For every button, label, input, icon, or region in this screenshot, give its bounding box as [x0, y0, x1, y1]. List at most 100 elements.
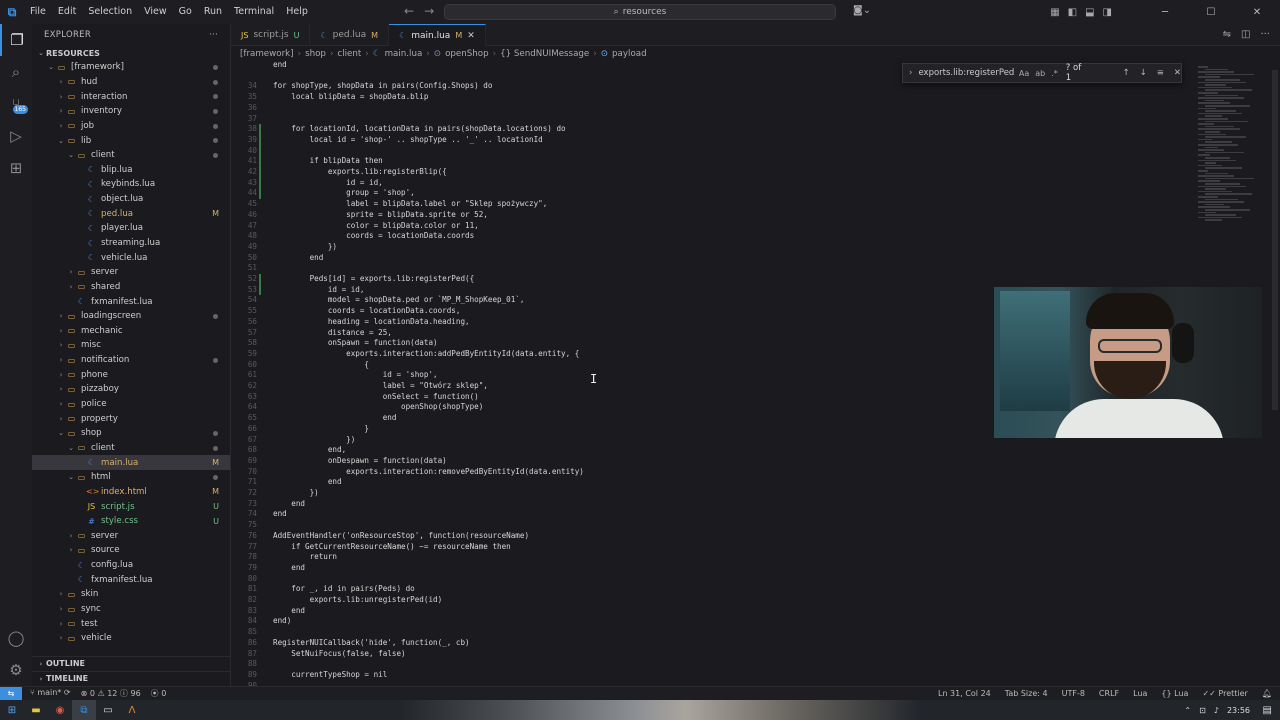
code-line[interactable]: 48 coords = locationData.coords [231, 231, 1171, 242]
code-line[interactable]: 36 [231, 103, 1171, 114]
tree-folder[interactable]: › ▭ vehicle [32, 631, 230, 646]
tree-file[interactable]: ☾ fxmanifest.lua [32, 294, 230, 309]
code-line[interactable]: 74 end [231, 509, 1171, 520]
code-line[interactable]: 73 end [231, 499, 1171, 510]
minimap[interactable] [1190, 60, 1270, 260]
code-line[interactable]: 80 [231, 574, 1171, 585]
open-changes-icon[interactable]: ⇋ [1223, 29, 1231, 40]
modified-gutter-marker[interactable] [259, 124, 261, 200]
code-line[interactable]: 38 for locationId, locationData in pairs… [231, 124, 1171, 135]
breadcrumb-item[interactable]: client [337, 49, 361, 59]
code-line[interactable]: 89 currentTypeShop = nil [231, 670, 1171, 681]
cursor-position[interactable]: Ln 31, Col 24 [938, 689, 991, 698]
breadcrumb-item[interactable]: openShop [445, 49, 489, 59]
code-line[interactable]: 51 [231, 263, 1171, 274]
code-line[interactable]: 45 label = blipData.label or "Sklep spoż… [231, 199, 1171, 210]
tree-folder[interactable]: ⌄ ▭ client [32, 441, 230, 456]
tree-file[interactable]: ☾ main.lua M [32, 455, 230, 470]
tree-file[interactable]: ☾ vehicle.lua [32, 250, 230, 265]
code-line[interactable]: 85 [231, 627, 1171, 638]
code-line[interactable]: 76 AddEventHandler('onResourceStop', func… [231, 531, 1171, 542]
tree-file[interactable]: ☾ blip.lua [32, 162, 230, 177]
code-line[interactable]: 68 end, [231, 445, 1171, 456]
menu-selection[interactable]: Selection [82, 0, 138, 24]
tree-folder[interactable]: › ▭ test [32, 616, 230, 631]
remote-indicator-icon[interactable]: ⇆ [0, 686, 22, 701]
tree-folder[interactable]: › ▭ interaction [32, 89, 230, 104]
code-line[interactable]: 42 exports.lib:registerBlip({ [231, 167, 1171, 178]
tree-folder[interactable]: ⌄ ▭ lib [32, 133, 230, 148]
code-line[interactable]: 44 group = 'shop', [231, 188, 1171, 199]
minimize-button[interactable]: ─ [1142, 0, 1188, 24]
previous-match-icon[interactable]: ↑ [1123, 68, 1130, 78]
app-taskbar-icon[interactable]: Λ [120, 700, 144, 720]
menu-view[interactable]: View [138, 0, 173, 24]
more-editor-actions-icon[interactable]: ··· [1260, 29, 1270, 40]
settings-gear-icon[interactable]: ⚙ [0, 654, 32, 686]
editor-scrollbar[interactable] [1270, 60, 1280, 686]
volume-icon[interactable]: ♪ [1214, 706, 1219, 715]
menu-go[interactable]: Go [173, 0, 198, 24]
menu-help[interactable]: Help [280, 0, 314, 24]
tree-file[interactable]: ☾ player.lua [32, 221, 230, 236]
customize-layout-icon[interactable]: ▦ [1050, 7, 1059, 18]
tree-file[interactable]: ☾ ped.lua M [32, 206, 230, 221]
code-line[interactable]: 83 end [231, 606, 1171, 617]
terminal-taskbar-icon[interactable]: ▭ [96, 700, 120, 720]
toggle-secondary-sidebar-icon[interactable]: ◨ [1103, 7, 1112, 18]
menu-file[interactable]: File [24, 0, 52, 24]
language-mode[interactable]: Lua [1133, 689, 1147, 698]
tree-folder[interactable]: › ▭ misc [32, 338, 230, 353]
code-line[interactable]: 43 id = id, [231, 178, 1171, 189]
vscode-logo-icon[interactable]: ⧉ [0, 0, 24, 24]
source-control-icon[interactable]: ⑂ 165 [0, 88, 32, 120]
tree-folder[interactable]: ⌄ ▭ shop [32, 426, 230, 441]
tree-folder[interactable]: › ▭ sync [32, 602, 230, 617]
close-window-button[interactable]: ✕ [1234, 0, 1280, 24]
modified-gutter-marker[interactable] [259, 274, 261, 296]
code-line[interactable]: 78 return [231, 552, 1171, 563]
regex-icon[interactable]: .* [1051, 69, 1058, 78]
code-line[interactable]: 71 end [231, 477, 1171, 488]
tree-file[interactable]: <> index.html M [32, 485, 230, 500]
tree-folder[interactable]: › ▭ police [32, 397, 230, 412]
outline-section[interactable]: › OUTLINE [32, 656, 231, 670]
code-line[interactable]: 47 color = blipData.color or 11, [231, 221, 1171, 232]
tray-chevron-icon[interactable]: ⌃ [1184, 706, 1191, 715]
toggle-replace-icon[interactable]: › [903, 68, 918, 78]
code-line[interactable]: 50 end [231, 253, 1171, 264]
match-case-icon[interactable]: Aa [1019, 69, 1029, 78]
scroll-thumb[interactable] [1272, 70, 1278, 410]
notification-center-icon[interactable]: ▤ [1263, 705, 1272, 716]
back-arrow-icon[interactable]: ← [404, 4, 414, 18]
menu-terminal[interactable]: Terminal [228, 0, 280, 24]
tree-folder[interactable]: › ▭ phone [32, 367, 230, 382]
close-find-icon[interactable]: ✕ [1174, 68, 1181, 78]
code-line[interactable]: 69 onDespawn = function(data) [231, 456, 1171, 467]
tree-file[interactable]: JS script.js U [32, 499, 230, 514]
breadcrumb-item[interactable]: payload [612, 49, 647, 59]
account-icon[interactable]: ◯ [0, 622, 32, 654]
tree-file[interactable]: ☾ object.lua [32, 192, 230, 207]
tree-file[interactable]: ☾ keybinds.lua [32, 177, 230, 192]
tree-folder[interactable]: › ▭ mechanic [32, 324, 230, 339]
toggle-panel-icon[interactable]: ⬓ [1085, 7, 1094, 18]
branch-status[interactable]: ⑂ main* ⟳ [30, 688, 71, 699]
tree-folder[interactable]: › ▭ inventory [32, 104, 230, 119]
run-debug-icon[interactable]: ▷ [0, 120, 32, 152]
code-line[interactable]: 84 end) [231, 616, 1171, 627]
tree-folder[interactable]: › ▭ loadingscreen [32, 309, 230, 324]
tree-folder[interactable]: › ▭ property [32, 411, 230, 426]
tree-folder[interactable]: › ▭ skin [32, 587, 230, 602]
extensions-icon[interactable]: ⊞ [0, 152, 32, 184]
notifications-bell-icon[interactable]: 🔔︎ [1262, 689, 1272, 698]
forward-arrow-icon[interactable]: → [424, 4, 434, 18]
code-line[interactable]: 39 local id = 'shop-' .. shopType .. '_'… [231, 135, 1171, 146]
tab-script-js[interactable]: JS script.js U [231, 24, 311, 46]
code-line[interactable]: 72 }) [231, 488, 1171, 499]
tree-file[interactable]: ☾ config.lua [32, 558, 230, 573]
search-view-icon[interactable]: ⌕ [0, 56, 32, 88]
breadcrumb-item[interactable]: shop [305, 49, 326, 59]
tree-file[interactable]: ☾ streaming.lua [32, 236, 230, 251]
tree-folder[interactable]: › ▭ server [32, 529, 230, 544]
